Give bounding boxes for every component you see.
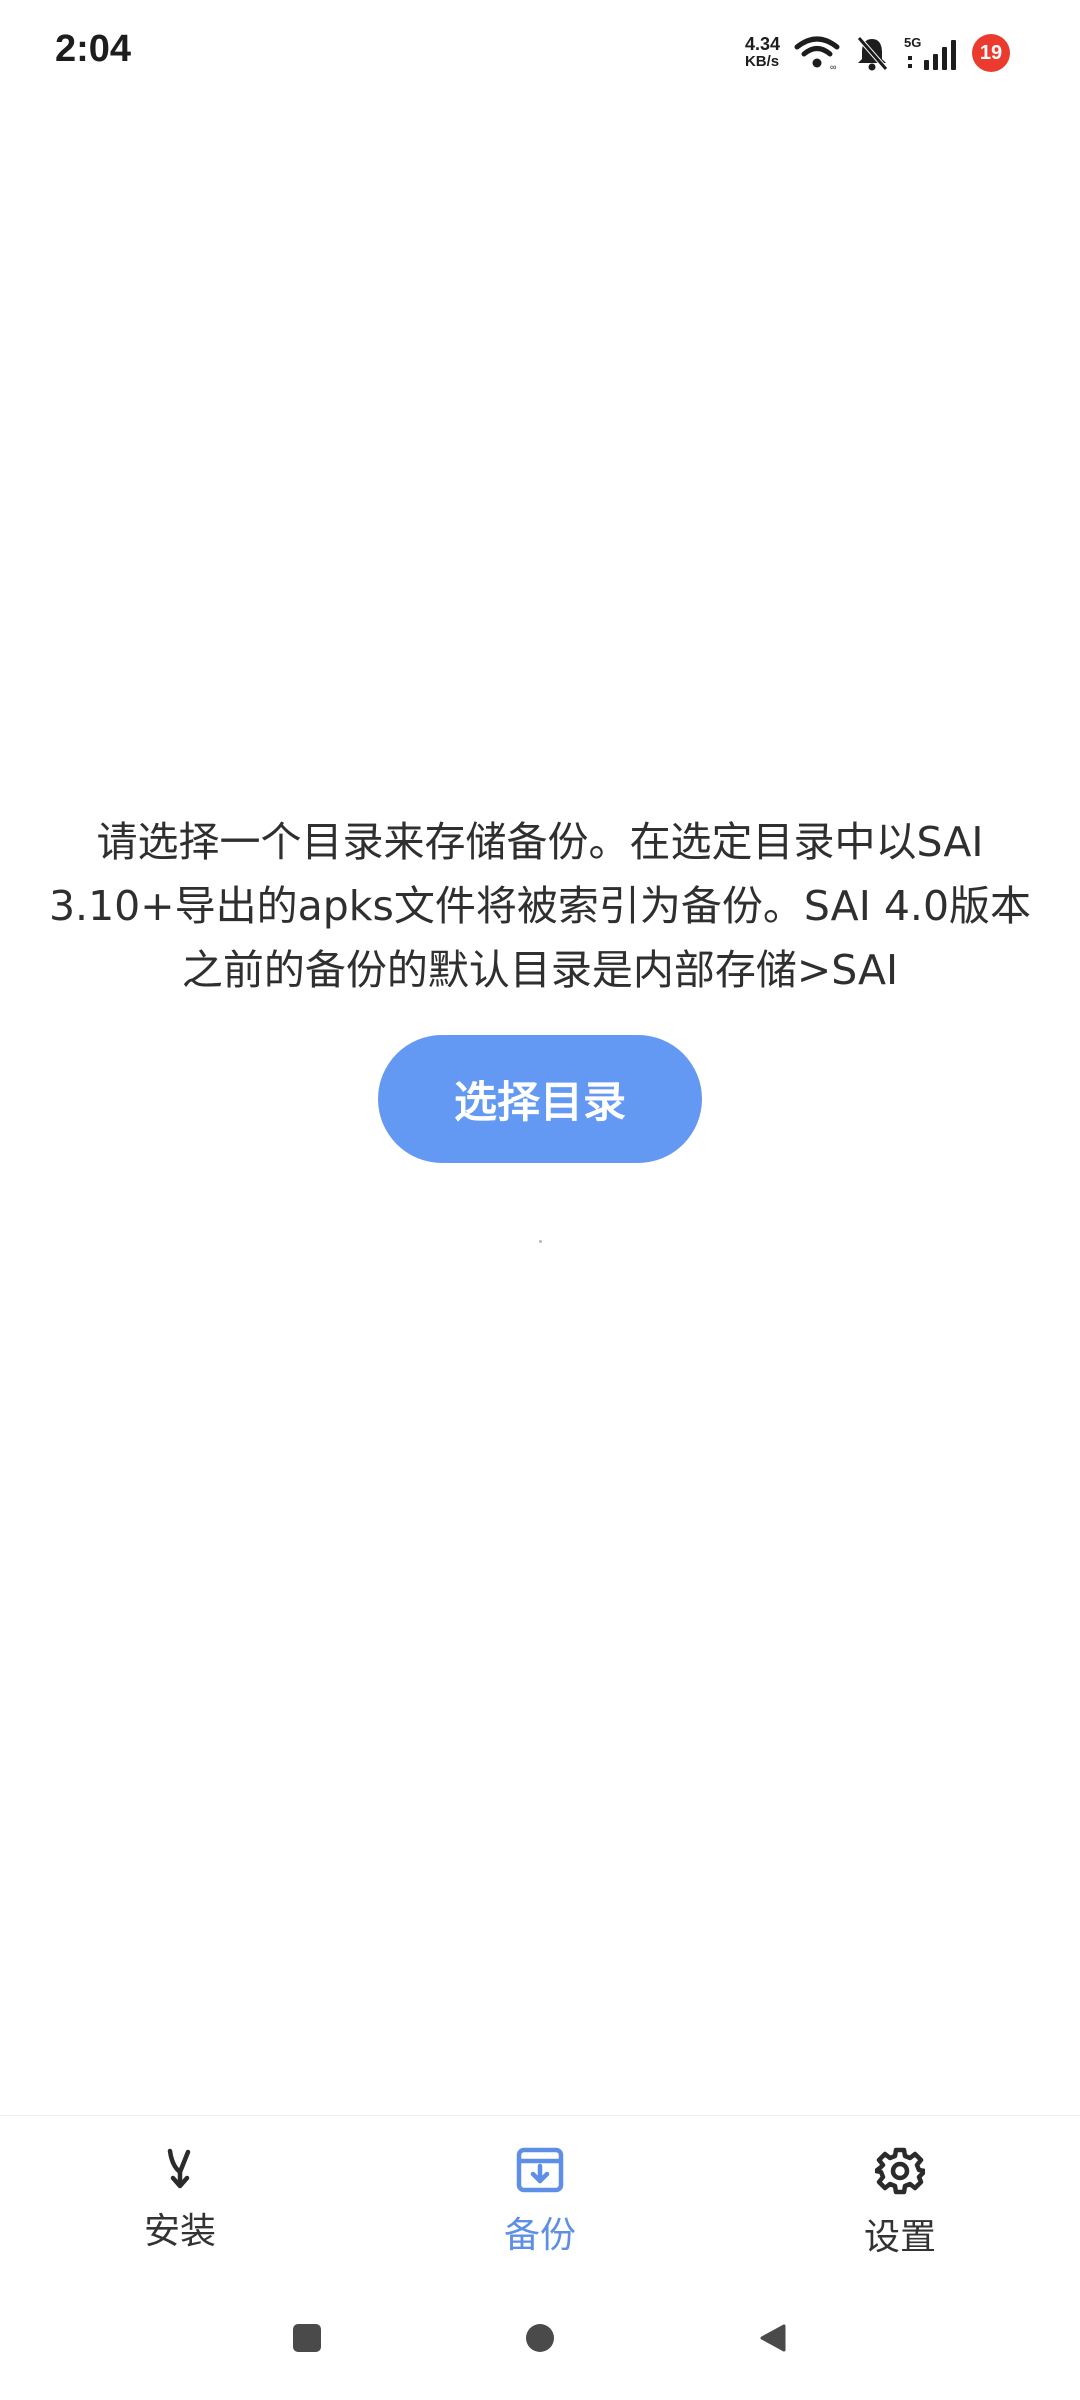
status-time: 2:04 <box>55 28 132 70</box>
home-button[interactable] <box>510 2310 570 2370</box>
mute-bell-icon <box>854 34 890 72</box>
signal-icon: 5G <box>904 34 958 72</box>
gear-icon <box>873 2146 928 2200</box>
nav-label-install: 安装 <box>143 2211 216 2252</box>
status-icons: 4.34 KB/s ∞ 5G 19 <box>745 30 1010 76</box>
circle-icon <box>524 2322 556 2358</box>
nav-item-settings[interactable]: 设置 <box>800 2146 1000 2260</box>
bottom-navigation: 安装 备份 设置 <box>0 2115 1080 2258</box>
back-button[interactable] <box>743 2310 803 2370</box>
app-screen: 2:04 4.34 KB/s ∞ 5G 19 请选择一个目录来存储备份。在选定目… <box>0 0 1080 2400</box>
system-navigation-bar <box>0 2280 1080 2380</box>
recents-button[interactable] <box>277 2310 337 2370</box>
svg-text:∞: ∞ <box>830 62 836 71</box>
network-speed-unit: KB/s <box>744 53 780 70</box>
nav-label-settings: 设置 <box>863 2217 936 2258</box>
back-triangle-icon <box>758 2323 788 2357</box>
notification-count-badge: 19 <box>972 34 1010 72</box>
message-line: 之前的备份的默认目录是内部存储>SAI <box>181 946 899 994</box>
loading-indicator <box>539 1240 542 1243</box>
square-icon <box>292 2323 322 2357</box>
nav-item-install[interactable]: 安装 <box>80 2146 280 2254</box>
backup-directory-message: 请选择一个目录来存储备份。在选定目录中以SAI 3.10+导出的apks文件将被… <box>20 810 1060 1002</box>
backup-archive-icon <box>515 2146 565 2198</box>
wifi-icon: ∞ <box>794 35 840 71</box>
network-speed: 4.34 KB/s <box>744 34 780 70</box>
status-bar: 2:04 4.34 KB/s ∞ 5G 19 <box>0 0 1080 110</box>
network-type-label: 5G <box>904 35 921 50</box>
nav-label-backup: 备份 <box>503 2215 576 2256</box>
install-merge-icon <box>158 2146 202 2194</box>
message-line: 请选择一个目录来存储备份。在选定目录中以SAI <box>96 818 984 866</box>
nav-item-backup[interactable]: 备份 <box>440 2146 640 2258</box>
select-directory-button[interactable]: 选择目录 <box>378 1035 702 1163</box>
network-speed-value: 4.34 <box>744 34 780 54</box>
message-line: 3.10+导出的apks文件将被索引为备份。SAI 4.0版本 <box>48 882 1032 930</box>
